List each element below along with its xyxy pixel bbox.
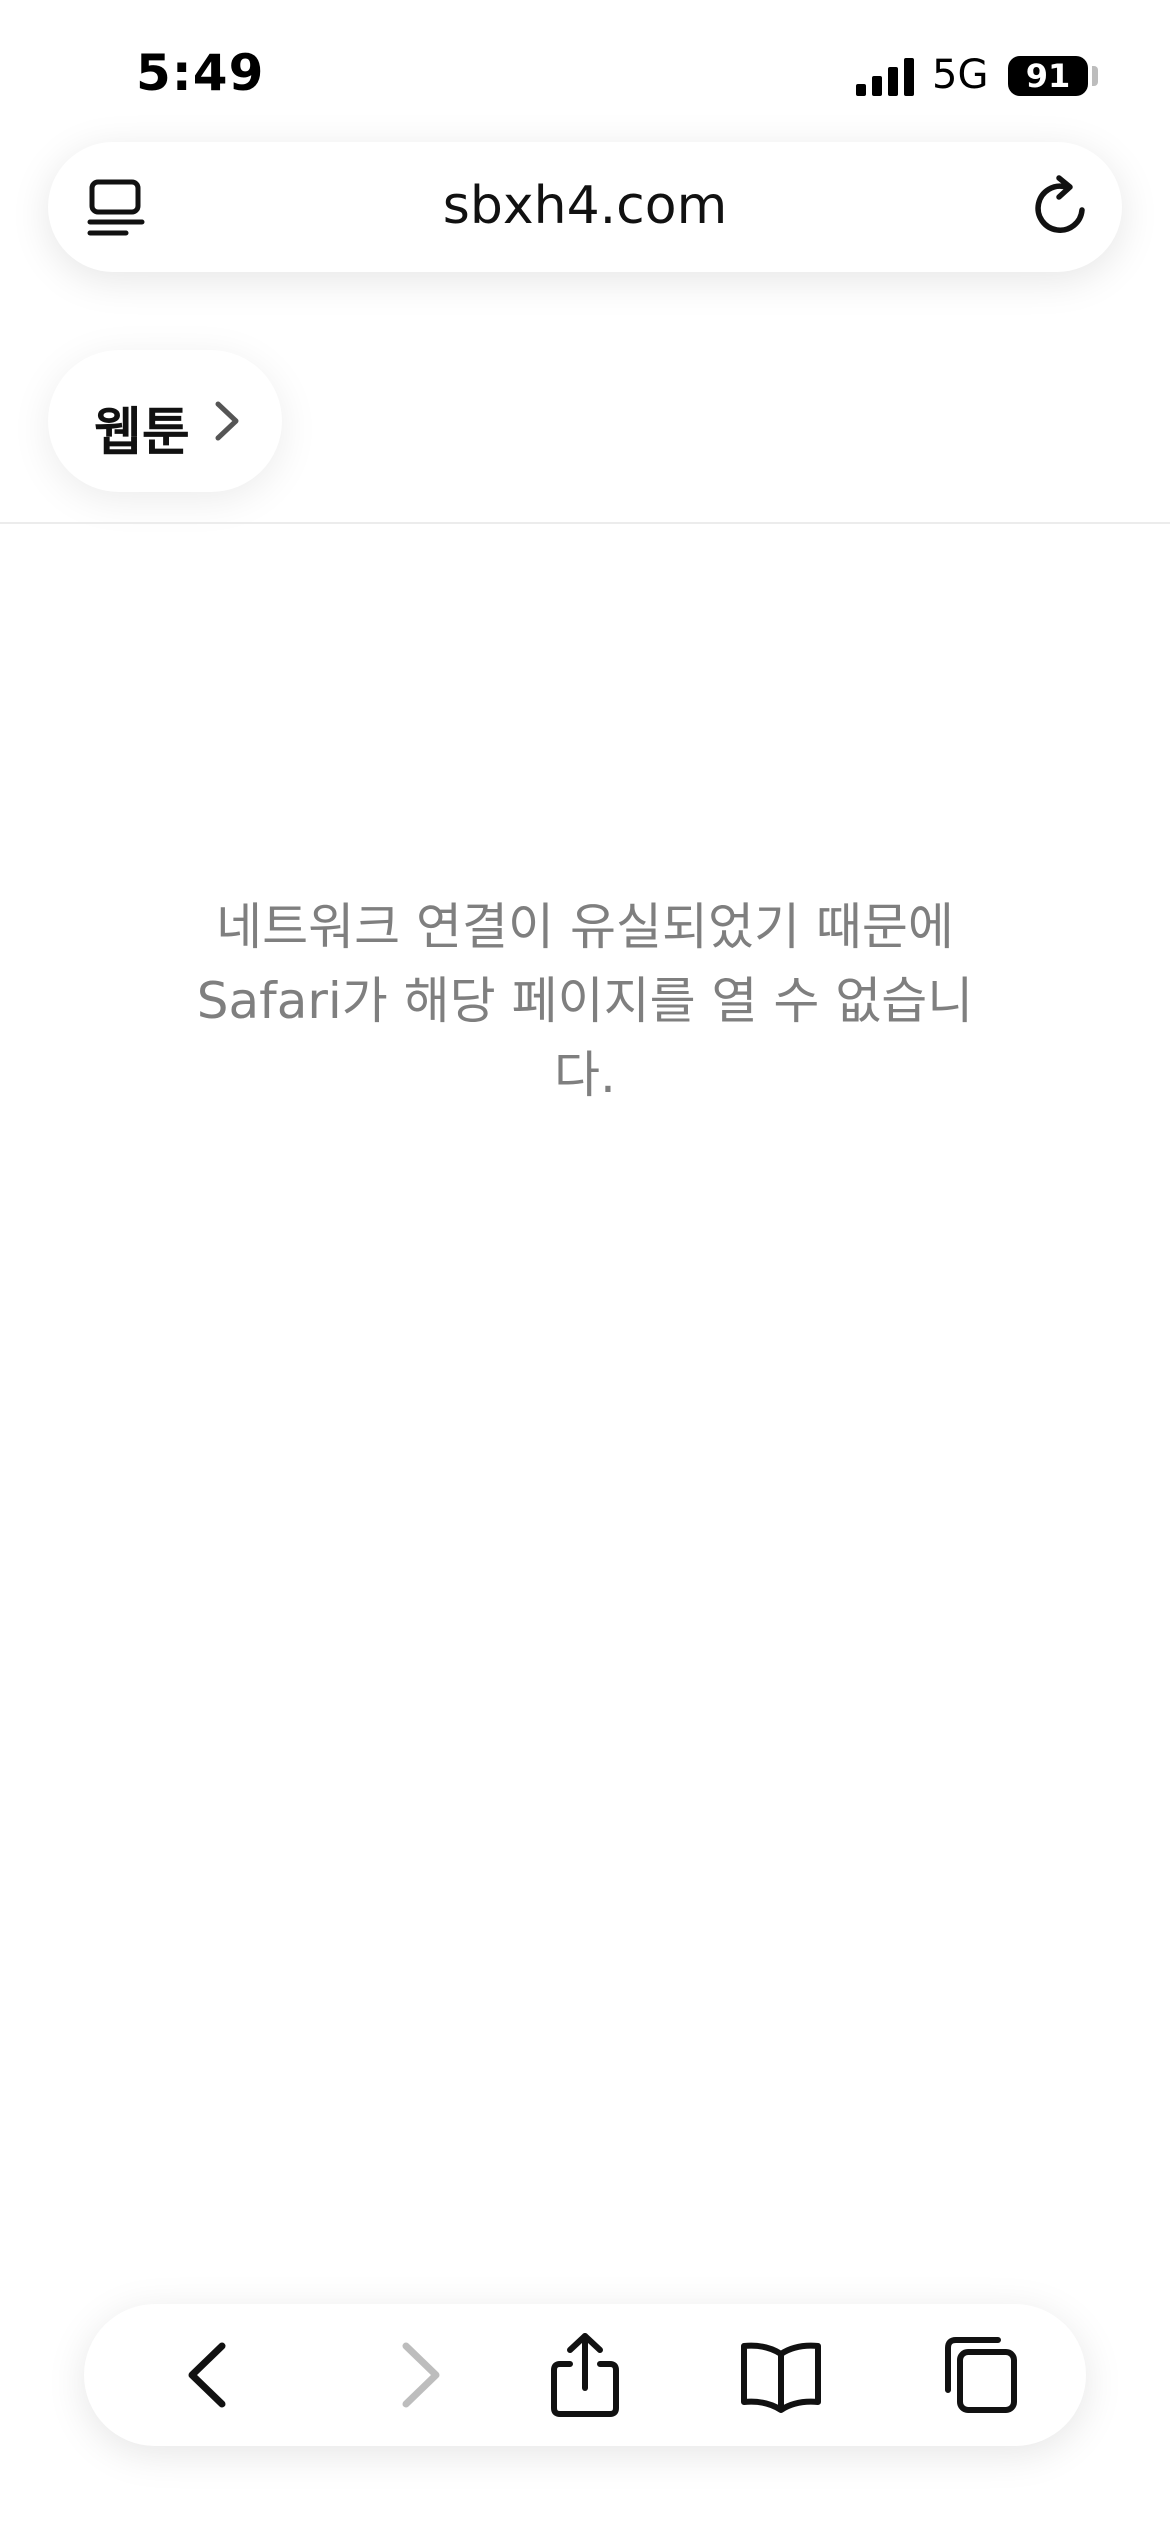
- tabs-button[interactable]: [932, 2330, 1022, 2420]
- bookmarks-button[interactable]: [736, 2330, 826, 2420]
- bookmarks-icon: [741, 2342, 821, 2413]
- signal-icon: [856, 58, 914, 96]
- battery-indicator: 91: [1008, 56, 1088, 96]
- status-time: 5:49: [136, 44, 265, 102]
- forward-icon: [402, 2342, 440, 2408]
- share-icon: [551, 2333, 619, 2417]
- url-text[interactable]: sbxh4.com: [48, 176, 1122, 236]
- status-bar: 5:49 5G 91: [0, 0, 1170, 140]
- error-message-line: 네트워크 연결이 유실되었기 때문에: [216, 898, 954, 956]
- breadcrumb-chip[interactable]: 웹툰: [48, 350, 282, 492]
- address-bar[interactable]: sbxh4.com: [48, 142, 1122, 272]
- error-message: 네트워크 연결이 유실되었기 때문에 Safari가 해당 페이지를 열 수 없…: [165, 890, 1005, 1112]
- reload-icon[interactable]: [1026, 172, 1096, 242]
- network-type: 5G: [932, 52, 989, 98]
- share-button[interactable]: [540, 2330, 630, 2420]
- error-message-line: Safari가 해당 페이지를 열 수 없습니: [196, 972, 974, 1030]
- error-message-line: 다.: [554, 1046, 616, 1104]
- back-icon: [188, 2342, 226, 2408]
- back-button[interactable]: [166, 2330, 256, 2420]
- chevron-right-icon: [215, 401, 239, 441]
- breadcrumb-label: 웹툰: [94, 403, 190, 463]
- battery-cap: [1092, 66, 1098, 86]
- tabs-icon: [945, 2337, 1017, 2413]
- forward-button[interactable]: [372, 2330, 462, 2420]
- bottom-toolbar: [84, 2304, 1086, 2446]
- divider: [0, 522, 1170, 524]
